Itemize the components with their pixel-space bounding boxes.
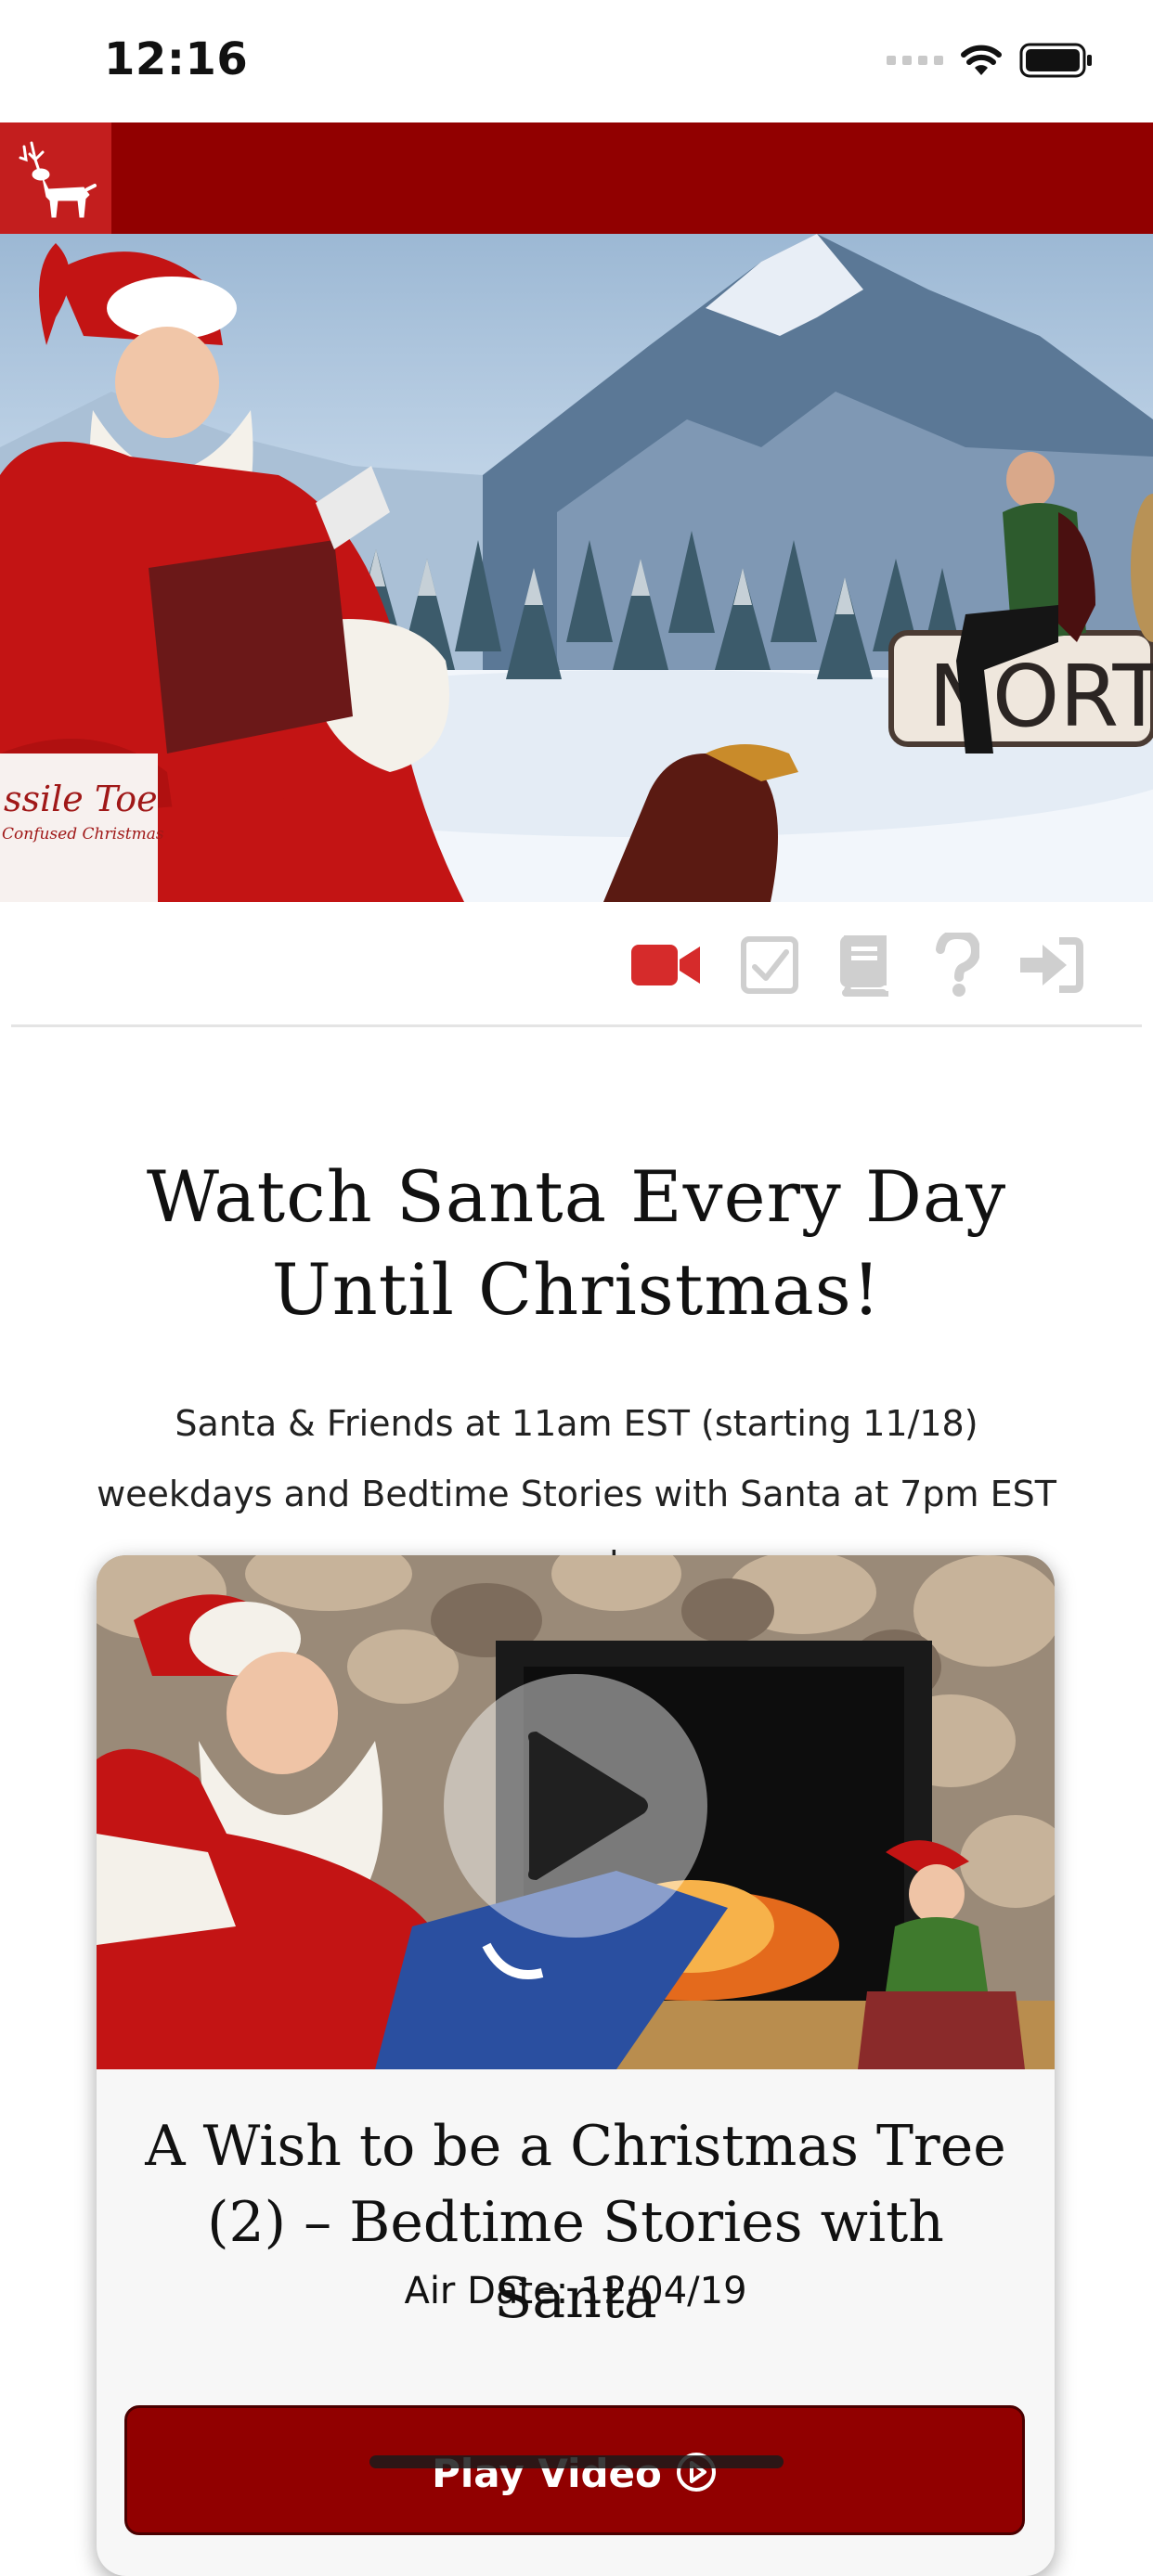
video-icon (631, 945, 700, 985)
hero-banner: ssile Toe Confused Christmas NORT (0, 234, 1153, 902)
video-thumbnail-image (97, 1555, 1055, 2069)
sign-in-tab[interactable] (1014, 930, 1086, 1000)
book-cover-subtitle: Confused Christmas (2, 825, 164, 844)
toolbar-divider (11, 1024, 1142, 1027)
book-cover-title: ssile Toe (4, 779, 158, 819)
status-time: 12:16 (104, 33, 249, 85)
status-icons (887, 43, 1094, 78)
video-air-date: Air Date: 12/04/19 (404, 2270, 747, 2312)
video-thumbnail[interactable] (97, 1555, 1055, 2069)
sign-in-icon (1020, 937, 1083, 993)
battery-icon (1019, 43, 1092, 78)
help-tab[interactable] (921, 930, 993, 1000)
checkbox-icon (741, 936, 798, 994)
videos-tab[interactable] (629, 930, 702, 1000)
hero-illustration: ssile Toe Confused Christmas NORT (0, 234, 1153, 902)
page-headline: Watch Santa Every Day Until Christmas! (146, 1155, 1007, 1331)
nav-toolbar (0, 902, 1153, 1024)
checklist-tab[interactable] (733, 930, 806, 1000)
wifi-icon (961, 45, 1002, 75)
reindeer-logo[interactable] (0, 122, 111, 234)
help-icon (936, 933, 979, 997)
status-bar: 12:16 (0, 0, 1153, 122)
book-icon (840, 935, 888, 997)
stories-tab[interactable] (828, 930, 900, 1000)
reindeer-icon (19, 141, 97, 218)
play-video-button[interactable]: Play Video (124, 2405, 1025, 2535)
app-header (0, 122, 1153, 234)
home-indicator[interactable] (369, 2455, 784, 2468)
video-card: A Wish to be a Christmas Tree (2) – Bedt… (97, 1555, 1055, 2576)
signal-icon (887, 56, 943, 65)
